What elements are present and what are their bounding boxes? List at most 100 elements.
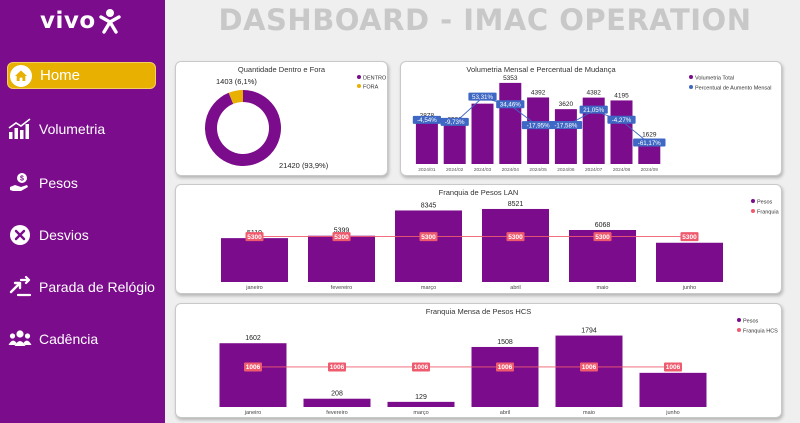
panel-volumetria-mensal: Volumetria Mensal e Percentual de Mudanç…	[400, 61, 782, 176]
data-label: 3620	[559, 101, 574, 108]
bar	[527, 97, 550, 164]
data-label: -4,27%	[612, 117, 632, 124]
people-icon	[7, 326, 33, 352]
data-label: -61,17%	[638, 140, 662, 147]
vivo-figure-icon	[98, 9, 121, 34]
tick-label: 2024/05	[529, 167, 547, 173]
donut-chart: 1403 (6,1%) 21420 (93,9%) DENTRO FORA	[205, 75, 387, 170]
bar	[219, 343, 287, 407]
sidebar-item-volumetria[interactable]: Volumetria	[7, 115, 156, 142]
data-label: -17,95%	[527, 122, 551, 129]
data-label: 1403 (6,1%)	[216, 77, 257, 86]
data-label: 4382	[586, 90, 601, 97]
tick-label: abril	[510, 285, 520, 291]
tick-label: abril	[500, 410, 510, 416]
legend-label: Pesos	[757, 200, 773, 206]
data-label: 5300	[334, 234, 349, 241]
arrows-swap-icon	[7, 274, 33, 300]
bar	[656, 242, 723, 282]
data-label: 21420 (93,9%)	[279, 161, 329, 170]
bar	[443, 124, 466, 164]
bar	[221, 238, 288, 282]
bar	[482, 208, 549, 282]
legend-label: Percentual de Aumento Mensal	[695, 86, 771, 92]
tick-label: junho	[682, 285, 696, 291]
data-label: -17,58%	[554, 122, 578, 129]
home-icon	[8, 63, 34, 89]
close-circle-icon	[7, 222, 33, 248]
sidebar-item-label: Pesos	[39, 174, 78, 191]
data-label: 21,05%	[583, 107, 604, 114]
sidebar-item-label: Cadência	[39, 330, 99, 347]
tick-label: 2024/06	[557, 167, 575, 173]
bar	[395, 210, 462, 282]
data-label: 1006	[414, 364, 429, 371]
tick-label: maio	[597, 285, 609, 291]
page-title: DASHBOARD - IMAC OPERATION	[218, 3, 752, 37]
legend-marker	[357, 75, 361, 79]
sidebar-item-cadencia[interactable]: Cadência	[7, 325, 156, 352]
legend-marker	[751, 209, 755, 213]
data-label: 5300	[247, 234, 262, 241]
bar	[471, 103, 494, 164]
legend-marker	[357, 84, 361, 88]
sidebar-item-desvios[interactable]: Desvios	[7, 221, 156, 248]
bar	[303, 398, 371, 407]
bar	[308, 235, 375, 282]
tick-label: maio	[583, 410, 595, 416]
data-label: 1006	[498, 364, 513, 371]
volumetria-chart: 28782024/0125982024/0239832024/035353202…	[412, 75, 771, 173]
tick-label: 2024/07	[585, 167, 603, 173]
data-label: 1006	[666, 364, 681, 371]
tick-label: março	[421, 285, 436, 291]
bar	[471, 346, 539, 407]
data-label: 1629	[642, 131, 657, 138]
sidebar-item-pesos[interactable]: $ Pesos	[7, 169, 156, 196]
bar	[610, 100, 633, 164]
legend-marker	[737, 328, 741, 332]
vivo-logo: vivo	[40, 8, 121, 34]
data-label: 8345	[421, 202, 437, 209]
data-label: 6068	[595, 222, 611, 229]
tick-label: janeiro	[245, 285, 263, 291]
tick-label: 2024/01	[418, 167, 436, 173]
bar	[499, 82, 522, 164]
franquia-lan-chart: 5119janeiro5399fevereiro8345março8521abr…	[221, 199, 780, 291]
data-label: 5353	[503, 75, 518, 82]
data-label: 1006	[330, 364, 345, 371]
data-label: 5300	[595, 234, 610, 241]
sidebar: vivo Home Volumetria $ Pesos Desvios Par…	[0, 0, 165, 423]
data-label: 5300	[682, 234, 697, 241]
franquia-hcs-chart: 1602 janeiro 208 fevereiro 129 março 1508 abril…	[219, 318, 778, 416]
data-label: 53,31%	[472, 94, 493, 101]
data-label: 4392	[531, 89, 546, 96]
data-label: 8521	[508, 201, 524, 208]
logo-text: vivo	[40, 8, 96, 34]
sidebar-item-label: Parada de Relógio	[39, 278, 155, 295]
data-label: 1508	[497, 339, 513, 346]
panel-franquia-lan: Franquia de Pesos LAN 5119janeiro5399fev…	[175, 184, 782, 294]
legend-marker	[737, 318, 741, 322]
legend-label: FORA	[363, 85, 379, 91]
data-label: 4195	[614, 92, 629, 99]
data-label: -9,73%	[445, 119, 465, 126]
tick-label: janeiro	[244, 410, 262, 416]
sidebar-item-parada-de-relogio[interactable]: Parada de Relógio	[7, 273, 156, 300]
legend-marker	[689, 85, 693, 89]
panel-franquia-hcs: Franquia Mensa de Pesos HCS 1602 janeiro 2…	[175, 303, 782, 418]
tick-label: fevereiro	[326, 410, 347, 416]
sidebar-item-label: Home	[40, 67, 81, 84]
bar	[387, 401, 455, 407]
data-label: 5300	[508, 234, 523, 241]
data-label: 208	[331, 391, 343, 398]
hand-money-icon: $	[7, 170, 33, 196]
bar	[415, 120, 438, 164]
bar	[639, 372, 707, 407]
sidebar-item-home[interactable]: Home	[7, 62, 156, 89]
bar	[554, 109, 577, 164]
data-label: -4,54%	[417, 117, 437, 124]
tick-label: 2024/09	[641, 167, 659, 173]
tick-label: 2024/02	[446, 167, 464, 173]
data-label: 5300	[421, 234, 436, 241]
sidebar-item-label: Volumetria	[39, 120, 106, 137]
